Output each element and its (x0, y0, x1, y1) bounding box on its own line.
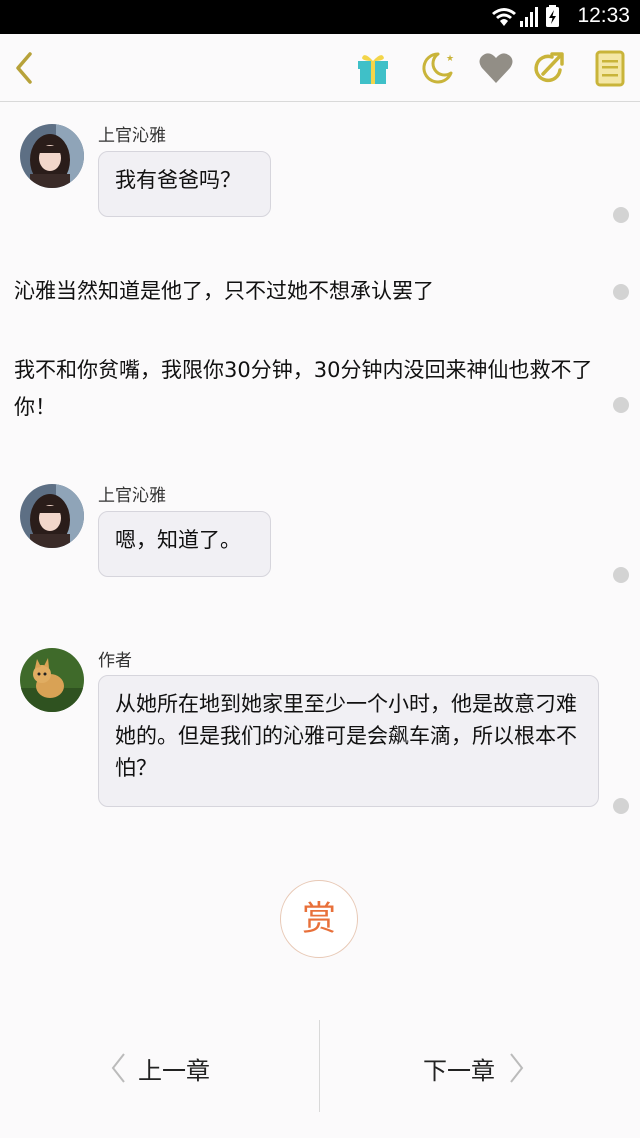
sender-name: 作者 (98, 651, 132, 671)
svg-text:★: ★ (446, 54, 454, 64)
chevron-left-icon (16, 52, 32, 84)
prev-chapter-label: 上一章 (138, 1056, 210, 1085)
narration-text: 我不和你贫嘴，我限你30分钟，30分钟内没回来神仙也救不了你！ (14, 358, 593, 419)
chat-bubble: 从她所在地到她家里至少一个小时，他是故意刁难她的。但是我们的沁雅可是会飙车滴，所… (98, 675, 599, 807)
share-icon (534, 52, 564, 83)
reader-toolbar: ★ (0, 34, 640, 102)
status-bar: 12:33 (0, 0, 640, 34)
back-button[interactable] (6, 48, 46, 88)
chat-bubble: 我有爸爸吗？ (98, 151, 271, 217)
avatar[interactable] (20, 124, 84, 188)
wifi-icon (492, 8, 516, 26)
status-time: 12:33 (577, 4, 630, 27)
status-icons (492, 5, 559, 27)
gift-button[interactable] (353, 48, 393, 88)
chat-bubble: 嗯，知道了。 (98, 511, 271, 577)
avatar-photo (20, 124, 84, 188)
comment-dot[interactable] (613, 798, 629, 814)
share-button[interactable] (530, 48, 570, 88)
signal-icon (520, 7, 538, 27)
nav-divider (319, 1020, 320, 1112)
comment-dot[interactable] (613, 207, 629, 223)
chapter-nav: 上一章 下一章 (0, 1020, 640, 1114)
avatar-photo (20, 648, 84, 712)
sender-name: 上官沁雅 (98, 486, 166, 506)
prev-chapter-button[interactable]: 上一章 (108, 1050, 210, 1086)
avatar[interactable] (20, 648, 84, 712)
heart-icon (479, 53, 513, 83)
night-mode-button[interactable]: ★ (417, 48, 457, 88)
reward-button[interactable]: 赏 (280, 880, 358, 958)
comment-dot[interactable] (613, 567, 629, 583)
chapter-list-button[interactable] (590, 48, 630, 88)
next-chapter-button[interactable]: 下一章 (423, 1050, 527, 1086)
avatar-photo (20, 484, 84, 548)
avatar[interactable] (20, 484, 84, 548)
chevron-left-icon (111, 1053, 125, 1083)
bookmark-icon (595, 50, 625, 87)
sender-name: 上官沁雅 (98, 126, 166, 146)
next-chapter-label: 下一章 (423, 1056, 495, 1085)
favorite-button[interactable] (476, 48, 516, 88)
moon-icon: ★ (422, 52, 454, 84)
battery-icon (546, 5, 559, 27)
narration-text: 沁雅当然知道是他了，只不过她不想承认罢了 (14, 279, 434, 303)
comment-dot[interactable] (613, 284, 629, 300)
comment-dot[interactable] (613, 397, 629, 413)
chevron-right-icon (510, 1053, 524, 1083)
gift-icon (358, 55, 388, 84)
